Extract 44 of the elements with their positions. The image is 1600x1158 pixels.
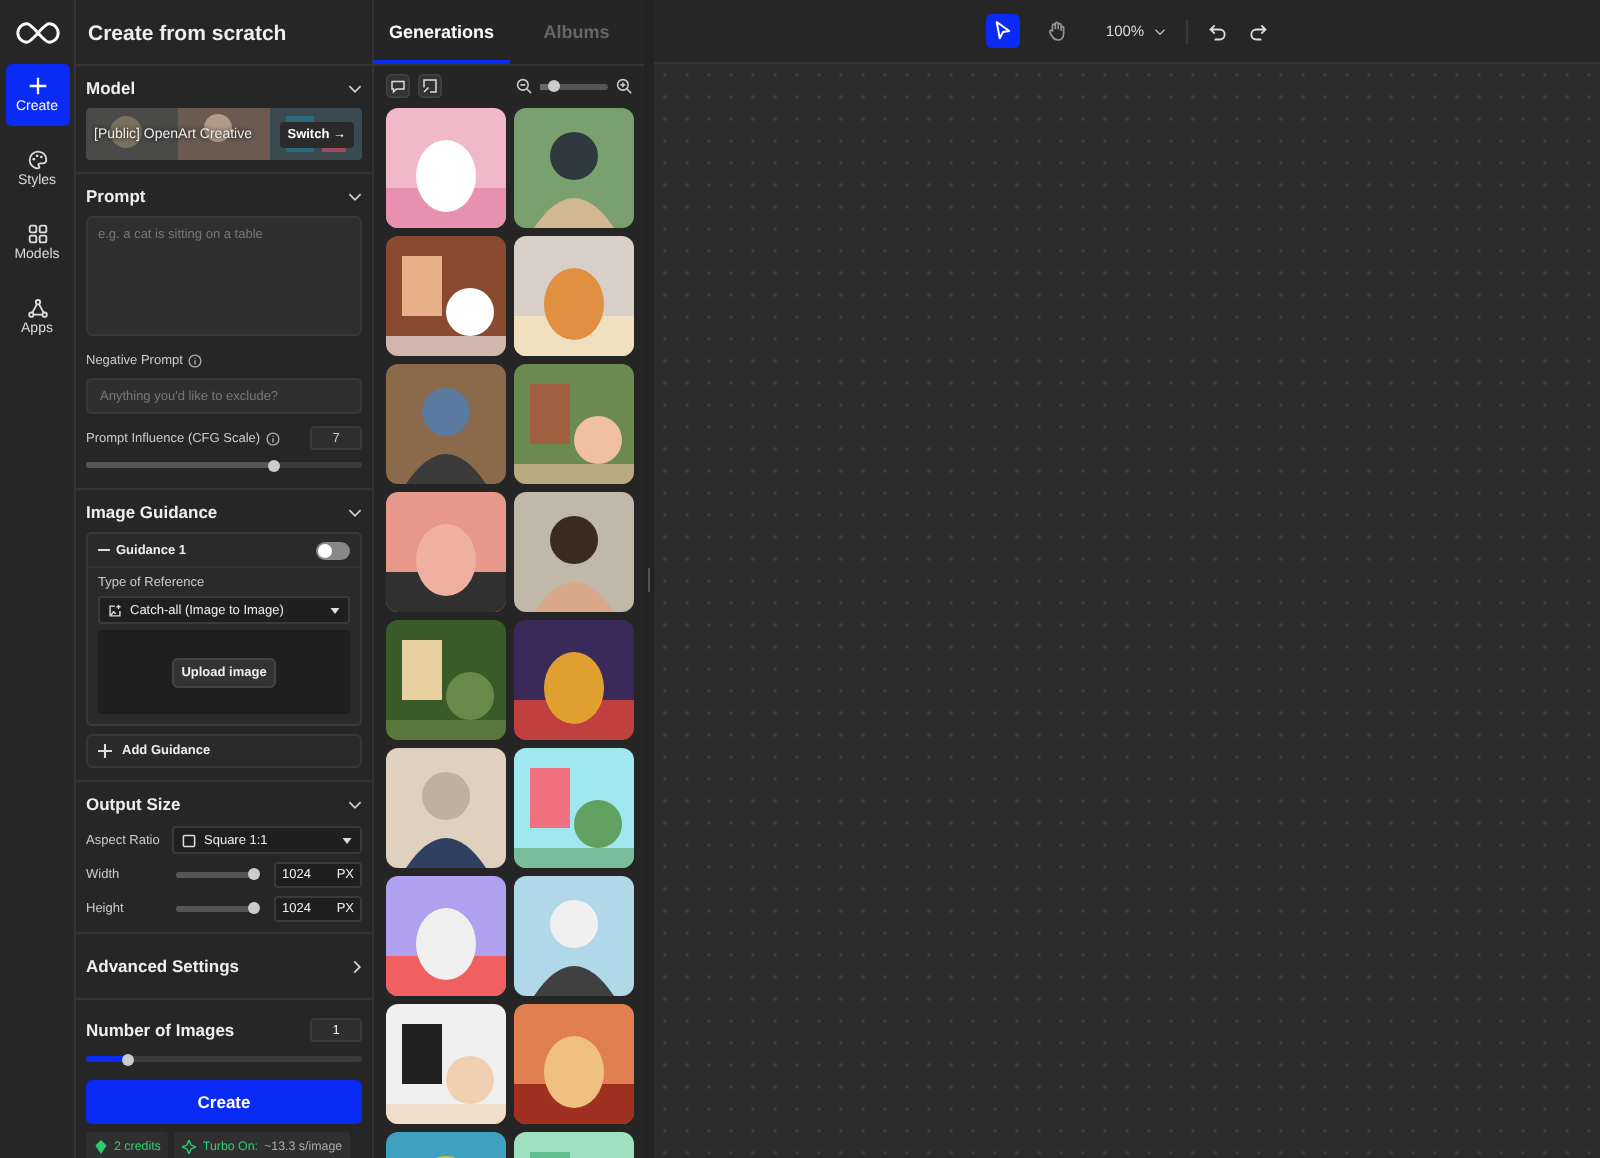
create-button[interactable]: Create (86, 1080, 362, 1124)
guidance-toggle[interactable] (316, 541, 350, 559)
size-slider[interactable] (176, 905, 256, 911)
section-heading: Advanced Settings (86, 956, 240, 976)
grid-icon (27, 224, 47, 244)
chevron-right-icon[interactable] (352, 959, 362, 973)
tool-button[interactable] (985, 14, 1020, 48)
palette-icon (27, 150, 47, 170)
image-edit-icon (108, 603, 122, 617)
square-icon (182, 833, 196, 847)
caret-icon (330, 607, 340, 613)
section-heading: Number of Images (86, 1020, 235, 1040)
chevron-icon[interactable] (348, 83, 362, 93)
redo-icon[interactable] (1248, 21, 1269, 41)
hand-icon (1047, 20, 1066, 42)
nodes-icon (27, 298, 47, 318)
caret-icon (342, 837, 352, 843)
plus-icon (27, 76, 47, 96)
comment-icon[interactable] (386, 74, 410, 98)
sparkle-icon (182, 1140, 197, 1154)
gallery-tab[interactable]: Generations (374, 0, 509, 64)
resize-icon[interactable] (418, 74, 442, 98)
zoom-in-icon[interactable] (616, 78, 632, 94)
chevron-icon[interactable] (348, 191, 362, 201)
logo-icon[interactable] (15, 22, 59, 44)
diamond-icon (94, 1140, 108, 1154)
undo-icon[interactable] (1208, 21, 1229, 41)
size-slider[interactable] (176, 871, 256, 877)
thumbnail-size-slider[interactable] (540, 83, 608, 89)
plus-icon (98, 744, 112, 758)
section-heading: Model (86, 78, 136, 98)
cursor-icon (993, 20, 1012, 42)
minus-icon[interactable] (98, 548, 110, 552)
info-icon[interactable] (188, 354, 203, 368)
chevron-icon[interactable] (348, 799, 362, 809)
chevron-icon (1154, 27, 1167, 35)
cfg-slider[interactable] (86, 462, 362, 468)
section-heading: Image Guidance (86, 502, 218, 522)
chevron-icon[interactable] (348, 507, 362, 517)
panel-title: Create from scratch (76, 0, 372, 66)
section-heading: Output Size (86, 794, 181, 814)
zoom-out-icon[interactable] (516, 78, 532, 94)
section-heading: Prompt (86, 186, 146, 206)
info-icon[interactable] (266, 431, 281, 445)
